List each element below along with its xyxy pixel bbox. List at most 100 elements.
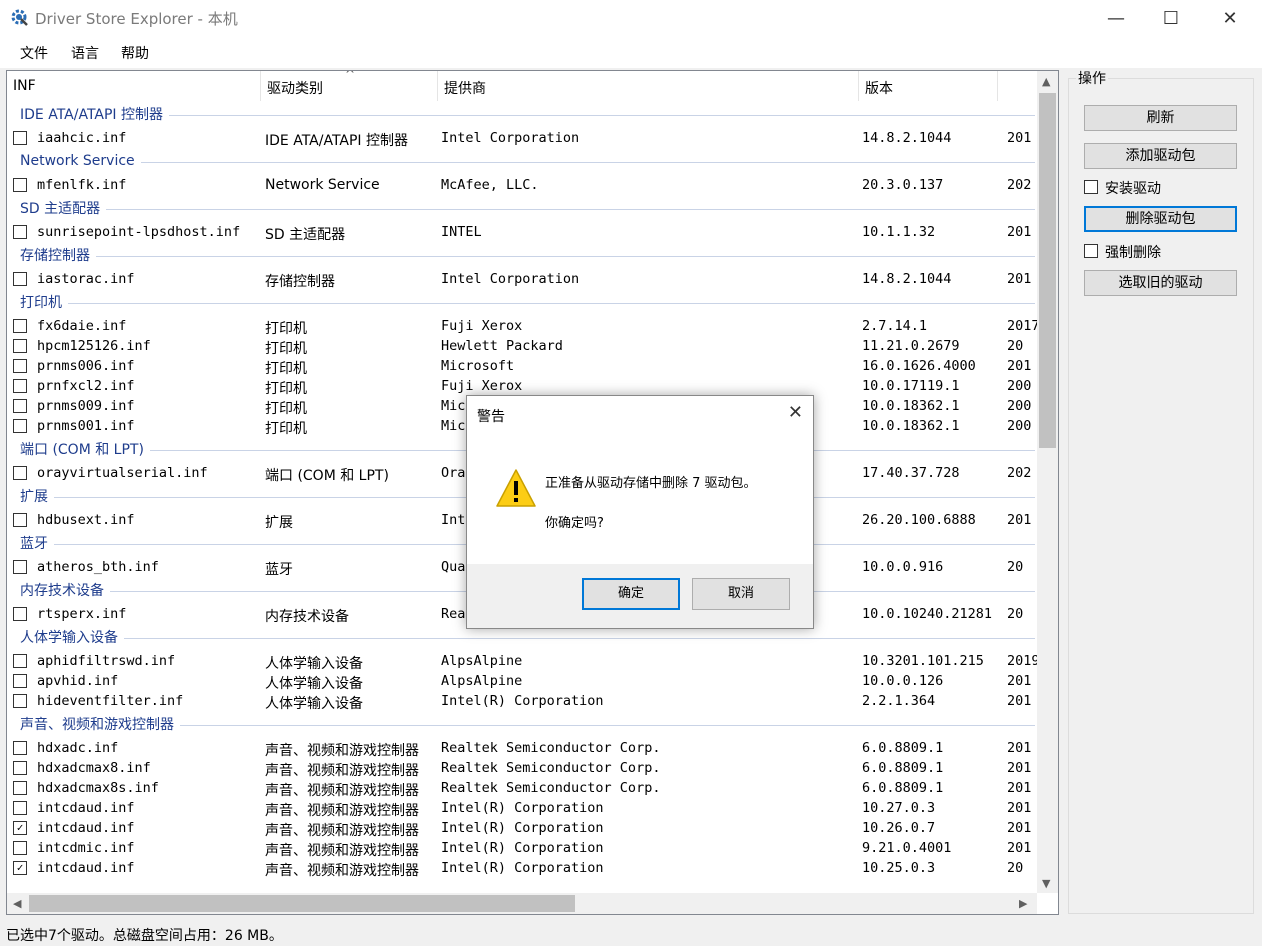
column-date[interactable] xyxy=(998,71,1037,101)
checkbox-box[interactable] xyxy=(1084,180,1098,194)
force-delete-label: 强制删除 xyxy=(1105,245,1161,261)
group-header[interactable]: 打印机 xyxy=(20,291,1035,313)
maximize-button[interactable]: ☐ xyxy=(1143,0,1199,36)
cell-inf: fx6daie.inf xyxy=(37,318,127,334)
table-row[interactable]: hpcm125126.inf 打印机 Hewlett Packard 11.21.0.… xyxy=(7,336,1037,357)
vertical-scroll-thumb[interactable] xyxy=(1039,93,1056,448)
table-row[interactable]: iastorac.inf 存储控制器 Intel Corporation 14.8.2… xyxy=(7,269,1037,290)
cell-version: 10.0.18362.1 xyxy=(862,398,960,414)
cell-type: 声音、视频和游戏控制器 xyxy=(265,843,419,859)
refresh-button[interactable]: 刷新 xyxy=(1084,105,1237,131)
table-row[interactable]: ✓ intcdaud.inf 声音、视频和游戏控制器 Intel(R) Corpora… xyxy=(7,818,1037,839)
group-title: 扩展 xyxy=(20,489,48,505)
group-divider xyxy=(68,302,1035,304)
row-checkbox[interactable] xyxy=(13,131,27,145)
vertical-scrollbar[interactable]: ▲ ▼ xyxy=(1037,71,1058,893)
row-checkbox[interactable] xyxy=(13,654,27,668)
table-row[interactable]: hdxadc.inf 声音、视频和游戏控制器 Realtek Semiconduct… xyxy=(7,738,1037,759)
horizontal-scroll-thumb[interactable] xyxy=(29,895,575,912)
table-row[interactable]: mfenlfk.inf Network Service McAfee, LLC. 20… xyxy=(7,175,1037,195)
column-type[interactable]: 驱动类别 ^ xyxy=(261,71,438,101)
delete-driver-button[interactable]: 删除驱动包 xyxy=(1084,206,1237,232)
scroll-up-icon[interactable]: ▲ xyxy=(1042,75,1050,88)
row-checkbox[interactable] xyxy=(13,359,27,373)
warning-icon xyxy=(496,469,536,507)
ok-button[interactable]: 确定 xyxy=(582,578,680,610)
menu-language[interactable]: 语言 xyxy=(71,43,99,63)
table-row[interactable]: hdxadcmax8.inf 声音、视频和游戏控制器 Realtek Semicon… xyxy=(7,758,1037,779)
cell-type: 声音、视频和游戏控制器 xyxy=(265,823,419,839)
column-provider[interactable]: 提供商 xyxy=(438,71,859,101)
cell-type: IDE ATA/ATAPI 控制器 xyxy=(265,133,409,149)
cancel-button[interactable]: 取消 xyxy=(692,578,790,610)
cell-version: 9.21.0.4001 xyxy=(862,840,952,856)
group-header[interactable]: SD 主适配器 xyxy=(20,197,1035,219)
row-checkbox[interactable]: ✓ xyxy=(13,821,27,835)
row-checkbox[interactable] xyxy=(13,694,27,708)
column-inf[interactable]: INF xyxy=(7,71,261,101)
add-driver-button[interactable]: 添加驱动包 xyxy=(1084,143,1237,169)
group-title: 端口 (COM 和 LPT) xyxy=(20,442,144,458)
group-header[interactable]: 声音、视频和游戏控制器 xyxy=(20,713,1035,735)
table-row[interactable]: hideventfilter.inf 人体学输入设备 Intel(R) Corpor… xyxy=(7,691,1037,712)
row-checkbox[interactable]: ✓ xyxy=(13,861,27,875)
row-checkbox[interactable] xyxy=(13,419,27,433)
cell-date: 201 xyxy=(1007,673,1032,689)
group-divider xyxy=(106,208,1035,210)
checkbox-box[interactable] xyxy=(1084,244,1098,258)
row-checkbox[interactable] xyxy=(13,178,27,192)
row-checkbox[interactable] xyxy=(13,560,27,574)
cell-type: 人体学输入设备 xyxy=(265,696,363,712)
row-checkbox[interactable] xyxy=(13,781,27,795)
cell-date: 201 xyxy=(1007,840,1032,856)
group-title: 蓝牙 xyxy=(20,536,48,552)
row-checkbox[interactable] xyxy=(13,801,27,815)
row-checkbox[interactable] xyxy=(13,741,27,755)
cell-version: 14.8.2.1044 xyxy=(862,130,952,146)
table-row[interactable]: sunrisepoint-lpsdhost.inf SD 主适配器 INTEL 10.… xyxy=(7,222,1037,243)
dialog-close-icon[interactable]: ✕ xyxy=(788,402,803,423)
row-checkbox[interactable] xyxy=(13,607,27,621)
group-header[interactable]: 存储控制器 xyxy=(20,244,1035,266)
horizontal-scrollbar[interactable]: ◀ ▶ xyxy=(7,893,1037,914)
table-row[interactable]: prnms006.inf 打印机 Microsoft 16.0.1626.4000 20… xyxy=(7,356,1037,377)
scroll-down-icon[interactable]: ▼ xyxy=(1042,877,1050,890)
cell-type: 打印机 xyxy=(265,321,307,337)
row-checkbox[interactable] xyxy=(13,841,27,855)
row-checkbox[interactable] xyxy=(13,272,27,286)
table-row[interactable]: ✓ intcdaud.inf 声音、视频和游戏控制器 Intel(R) Corpora… xyxy=(7,858,1037,879)
row-checkbox[interactable] xyxy=(13,225,27,239)
scroll-left-icon[interactable]: ◀ xyxy=(13,897,21,910)
group-header[interactable]: 人体学输入设备 xyxy=(20,626,1035,648)
row-checkbox[interactable] xyxy=(13,513,27,527)
cell-date: 201 xyxy=(1007,358,1032,374)
group-header[interactable]: Network Service xyxy=(20,150,1035,172)
table-row[interactable]: iaahcic.inf IDE ATA/ATAPI 控制器 Intel Corpor… xyxy=(7,128,1037,149)
scroll-right-icon[interactable]: ▶ xyxy=(1019,897,1027,910)
select-old-drivers-button[interactable]: 选取旧的驱动 xyxy=(1084,270,1237,296)
group-header[interactable]: IDE ATA/ATAPI 控制器 xyxy=(20,103,1035,125)
row-checkbox[interactable] xyxy=(13,379,27,393)
table-row[interactable]: hdxadcmax8s.inf 声音、视频和游戏控制器 Realtek Semico… xyxy=(7,778,1037,799)
menu-file[interactable]: 文件 xyxy=(20,43,48,63)
table-row[interactable]: fx6daie.inf 打印机 Fuji Xerox 2.7.14.1 2017 xyxy=(7,316,1037,337)
row-checkbox[interactable] xyxy=(13,399,27,413)
close-button[interactable]: ✕ xyxy=(1202,0,1258,36)
row-checkbox[interactable] xyxy=(13,674,27,688)
cell-type: 扩展 xyxy=(265,515,293,531)
cell-provider: INTEL xyxy=(441,224,482,240)
column-version[interactable]: 版本 xyxy=(859,71,998,101)
cell-inf: apvhid.inf xyxy=(37,673,119,689)
table-row[interactable]: intcdaud.inf 声音、视频和游戏控制器 Intel(R) Corporat… xyxy=(7,798,1037,819)
row-checkbox[interactable] xyxy=(13,319,27,333)
row-checkbox[interactable] xyxy=(13,339,27,353)
table-row[interactable]: prnfxcl2.inf 打印机 Fuji Xerox 10.0.17119.1 200 xyxy=(7,376,1037,397)
table-row[interactable]: apvhid.inf 人体学输入设备 AlpsAlpine 10.0.0.126 201 xyxy=(7,671,1037,692)
row-checkbox[interactable] xyxy=(13,466,27,480)
minimize-button[interactable]: — xyxy=(1088,0,1144,36)
table-row[interactable]: aphidfiltrswd.inf 人体学输入设备 AlpsAlpine 10.320… xyxy=(7,651,1037,672)
row-checkbox[interactable] xyxy=(13,761,27,775)
app-window: Driver Store Explorer - 本机 — ☐ ✕ 文件 语言 帮… xyxy=(0,0,1262,946)
table-row[interactable]: intcdmic.inf 声音、视频和游戏控制器 Intel(R) Corporat… xyxy=(7,838,1037,859)
menu-help[interactable]: 帮助 xyxy=(121,43,149,63)
